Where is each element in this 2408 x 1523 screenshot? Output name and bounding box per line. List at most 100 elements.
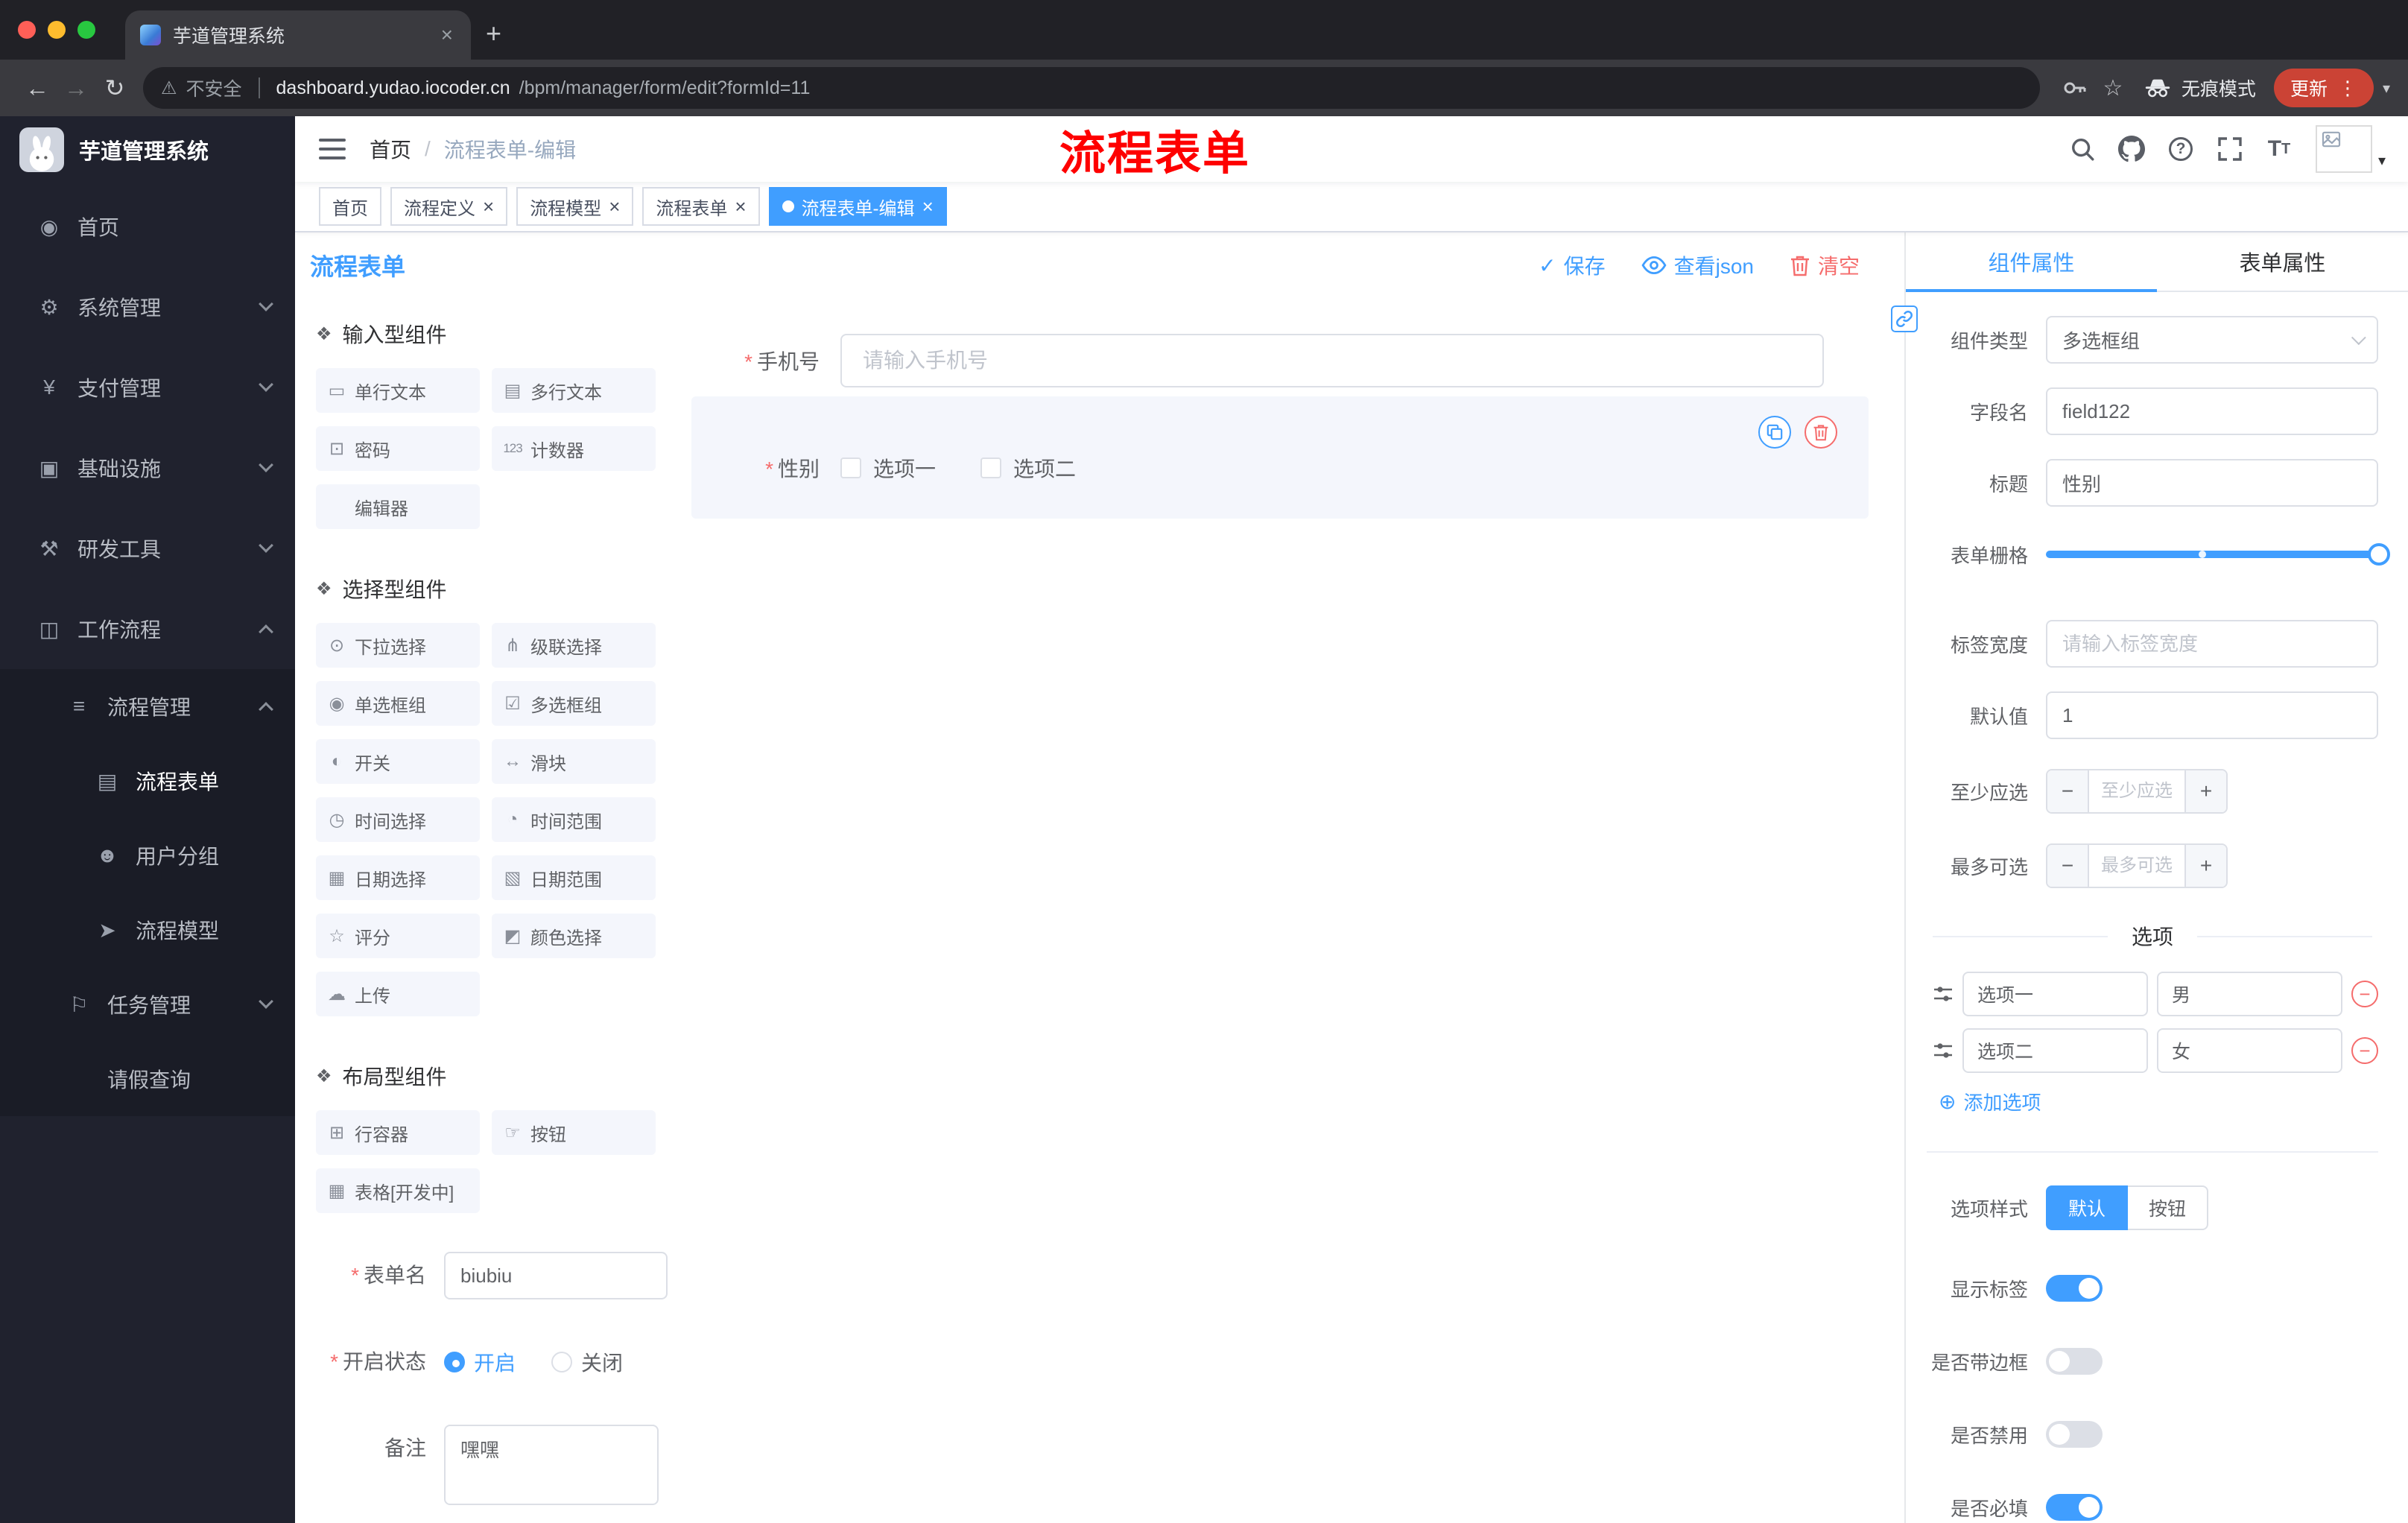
forward-button[interactable]: →	[57, 69, 95, 107]
disabled-toggle[interactable]	[2046, 1421, 2103, 1448]
palette-item-switch[interactable]: ◐ 开关	[316, 739, 480, 784]
address-bar[interactable]: ⚠ 不安全 dashboard.yudao.iocoder.cn/bpm/man…	[143, 67, 2040, 109]
tag-close-icon[interactable]: ×	[922, 197, 934, 216]
gender-checkbox-option-1[interactable]: 选项一	[840, 453, 936, 483]
remove-option-button[interactable]: −	[2351, 1037, 2378, 1064]
sidebar-item-home[interactable]: ◉ 首页	[0, 186, 295, 267]
gender-field-row[interactable]: * 性别 选项一 选项二	[691, 453, 1121, 483]
palette-item-password[interactable]: ⊡ 密码	[316, 426, 480, 471]
palette-item-row-container[interactable]: ⊞ 行容器	[316, 1110, 480, 1155]
avatar[interactable]: ▾	[2316, 125, 2386, 173]
tag-close-icon[interactable]: ×	[483, 197, 494, 216]
increase-button[interactable]: +	[2184, 845, 2226, 887]
browser-menu-dots-icon[interactable]: ⋮	[2338, 77, 2357, 100]
palette-item-dropdown-select[interactable]: ⊙ 下拉选择	[316, 623, 480, 668]
gender-checkbox-option-2[interactable]: 选项二	[980, 453, 1076, 483]
remove-option-button[interactable]: −	[2351, 981, 2378, 1007]
sidebar-logo[interactable]: 芋道管理系统	[0, 116, 295, 183]
option-value-input[interactable]	[2157, 1028, 2342, 1073]
decrease-button[interactable]: −	[2047, 770, 2089, 812]
sidebar-item-process-management[interactable]: ≡ 流程管理	[0, 669, 295, 744]
status-off-radio[interactable]	[551, 1352, 573, 1372]
option-name-input[interactable]	[1962, 972, 2148, 1016]
show-label-toggle[interactable]	[2046, 1275, 2103, 1302]
style-button-button[interactable]: 按钮	[2128, 1185, 2209, 1230]
status-off-label[interactable]: 关闭	[581, 1347, 623, 1377]
fullscreen-icon[interactable]	[2205, 116, 2255, 182]
label-width-input[interactable]	[2046, 620, 2378, 668]
tab-form-props[interactable]: 表单属性	[2157, 232, 2408, 291]
status-on-label[interactable]: 开启	[474, 1347, 516, 1377]
palette-item-editor[interactable]: 编辑器	[316, 484, 480, 529]
window-minimize-button[interactable]	[48, 21, 66, 39]
palette-item-upload[interactable]: ☁ 上传	[316, 972, 480, 1016]
tag-close-icon[interactable]: ×	[609, 197, 620, 216]
help-icon[interactable]: ?	[2156, 116, 2205, 182]
selected-component-gender[interactable]: * 性别 选项一 选项二	[691, 396, 1869, 519]
palette-item-time-picker[interactable]: ◷ 时间选择	[316, 797, 480, 842]
option-value-input[interactable]	[2157, 972, 2342, 1016]
palette-item-button[interactable]: ☞ 按钮	[492, 1110, 656, 1155]
palette-item-counter[interactable]: 123 计数器	[492, 426, 656, 471]
bookmark-star-icon[interactable]: ☆	[2094, 69, 2132, 107]
tab-component-props[interactable]: 组件属性	[1906, 232, 2157, 292]
min-select-input[interactable]	[2089, 770, 2184, 812]
reload-button[interactable]: ↻	[95, 69, 134, 107]
delete-component-button[interactable]	[1805, 416, 1837, 449]
phone-input[interactable]	[840, 334, 1824, 387]
password-key-icon[interactable]	[2055, 69, 2094, 107]
palette-item-multi-line-text[interactable]: ▤ 多行文本	[492, 368, 656, 413]
title-input[interactable]	[2046, 459, 2378, 507]
view-json-button[interactable]: 查看json	[1641, 250, 1754, 280]
new-tab-button[interactable]: +	[486, 18, 501, 49]
palette-item-radio-group[interactable]: ◉ 单选框组	[316, 681, 480, 726]
sidebar-item-workflow[interactable]: ◫ 工作流程	[0, 589, 295, 669]
avatar-broken-image-icon[interactable]	[2316, 125, 2372, 173]
max-select-input[interactable]	[2089, 845, 2184, 887]
default-value-input[interactable]	[2046, 691, 2378, 739]
tag-home[interactable]: 首页	[319, 187, 381, 226]
palette-item-time-range[interactable]: ◔ 时间范围	[492, 797, 656, 842]
slider-handle[interactable]	[2368, 543, 2390, 566]
tag-process-form-edit[interactable]: 流程表单-编辑 ×	[768, 187, 947, 226]
github-icon[interactable]	[2107, 116, 2156, 182]
required-toggle[interactable]	[2046, 1494, 2103, 1521]
palette-item-slider[interactable]: ↔ 滑块	[492, 739, 656, 784]
security-warning-icon[interactable]: ⚠	[161, 77, 177, 99]
palette-item-checkbox-group[interactable]: ☑ 多选框组	[492, 681, 656, 726]
palette-item-date-range[interactable]: ▧ 日期范围	[492, 855, 656, 900]
grid-slider[interactable]	[2046, 531, 2390, 578]
field-name-input[interactable]	[2046, 387, 2378, 435]
palette-item-cascader[interactable]: ⋔ 级联选择	[492, 623, 656, 668]
decrease-button[interactable]: −	[2047, 845, 2089, 887]
sidebar-item-devtools[interactable]: ⚒ 研发工具	[0, 508, 295, 589]
tag-close-icon[interactable]: ×	[735, 197, 746, 216]
back-button[interactable]: ←	[18, 69, 57, 107]
sidebar-item-user-group[interactable]: ☻ 用户分组	[0, 818, 295, 893]
link-anchor-button[interactable]	[1891, 305, 1918, 332]
palette-item-single-line-text[interactable]: ▭ 单行文本	[316, 368, 480, 413]
sidebar-item-process-form[interactable]: ▤ 流程表单	[0, 744, 295, 818]
search-icon[interactable]	[2058, 116, 2107, 182]
sidebar-item-infrastructure[interactable]: ▣ 基础设施	[0, 428, 295, 508]
sidebar-item-task-management[interactable]: ⚐ 任务管理	[0, 967, 295, 1042]
avatar-caret-icon[interactable]: ▾	[2378, 151, 2386, 170]
style-default-button[interactable]: 默认	[2046, 1185, 2129, 1230]
checkbox-icon[interactable]	[980, 457, 1002, 478]
palette-item-table[interactable]: ▦ 表格[开发中]	[316, 1168, 480, 1213]
update-button[interactable]: 更新 ⋮	[2273, 69, 2374, 107]
add-option-button[interactable]: ⊕ 添加选项	[1939, 1088, 2378, 1115]
palette-item-date-picker[interactable]: ▦ 日期选择	[316, 855, 480, 900]
palette-item-color-picker[interactable]: ◩ 颜色选择	[492, 914, 656, 958]
form-canvas[interactable]: * 手机号 请输入手机号 * 性别 选项一 选项二	[671, 298, 1904, 1523]
remark-textarea[interactable]: 嘿嘿	[444, 1425, 659, 1505]
tag-process-model[interactable]: 流程模型 ×	[516, 187, 634, 226]
breadcrumb-home[interactable]: 首页	[370, 134, 411, 164]
hamburger-icon[interactable]	[319, 138, 346, 160]
palette-item-rate[interactable]: ☆ 评分	[316, 914, 480, 958]
sidebar-item-system[interactable]: ⚙ 系统管理	[0, 267, 295, 347]
tag-process-form[interactable]: 流程表单 ×	[642, 187, 760, 226]
save-button[interactable]: ✓ 保存	[1539, 250, 1605, 280]
option-name-input[interactable]	[1962, 1028, 2148, 1073]
sidebar-item-payment[interactable]: ¥ 支付管理	[0, 347, 295, 428]
